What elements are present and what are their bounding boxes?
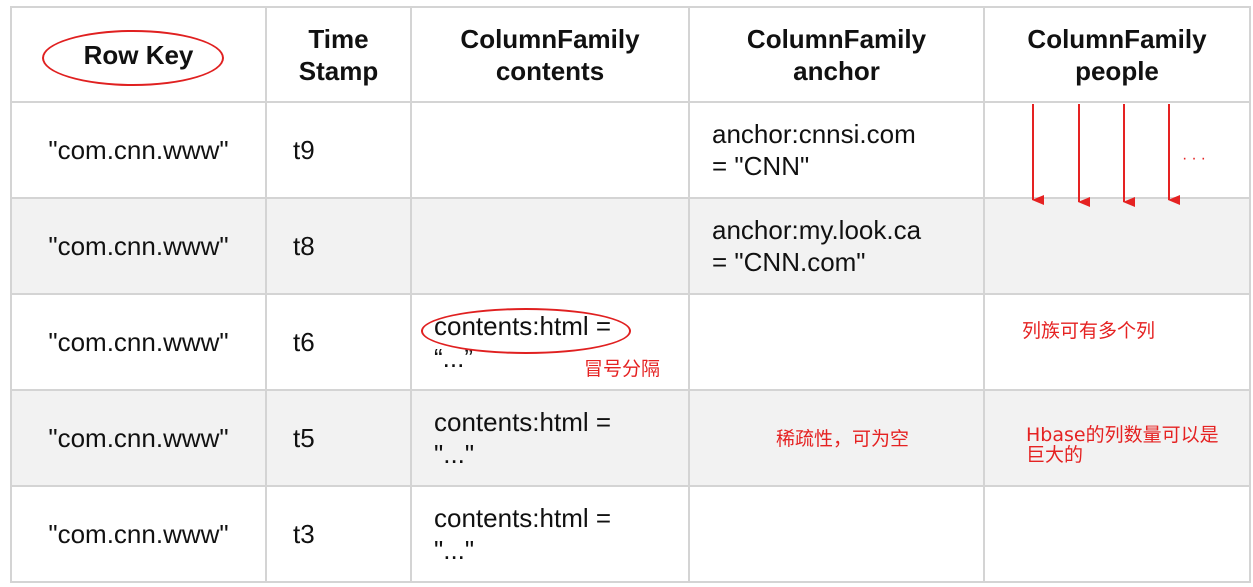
column-arrows xyxy=(1032,104,1180,207)
multi-column-note: 列族可有多个列 xyxy=(1022,320,1156,342)
sparse-note: 稀疏性，可为空 xyxy=(776,428,910,450)
note-line: Hbase的列数量可以是 xyxy=(1026,424,1219,446)
colon-separator-note: 冒号分隔 xyxy=(584,358,661,380)
huge-columns-note: Hbase的列数量可以是 巨大的 xyxy=(1026,425,1219,465)
hbase-data-model-figure: Row Key Time Stamp ColumnFamily contents… xyxy=(0,0,1253,587)
ellipsis-annotation: ··· xyxy=(1182,150,1210,167)
note-line: 巨大的 xyxy=(1026,444,1084,466)
